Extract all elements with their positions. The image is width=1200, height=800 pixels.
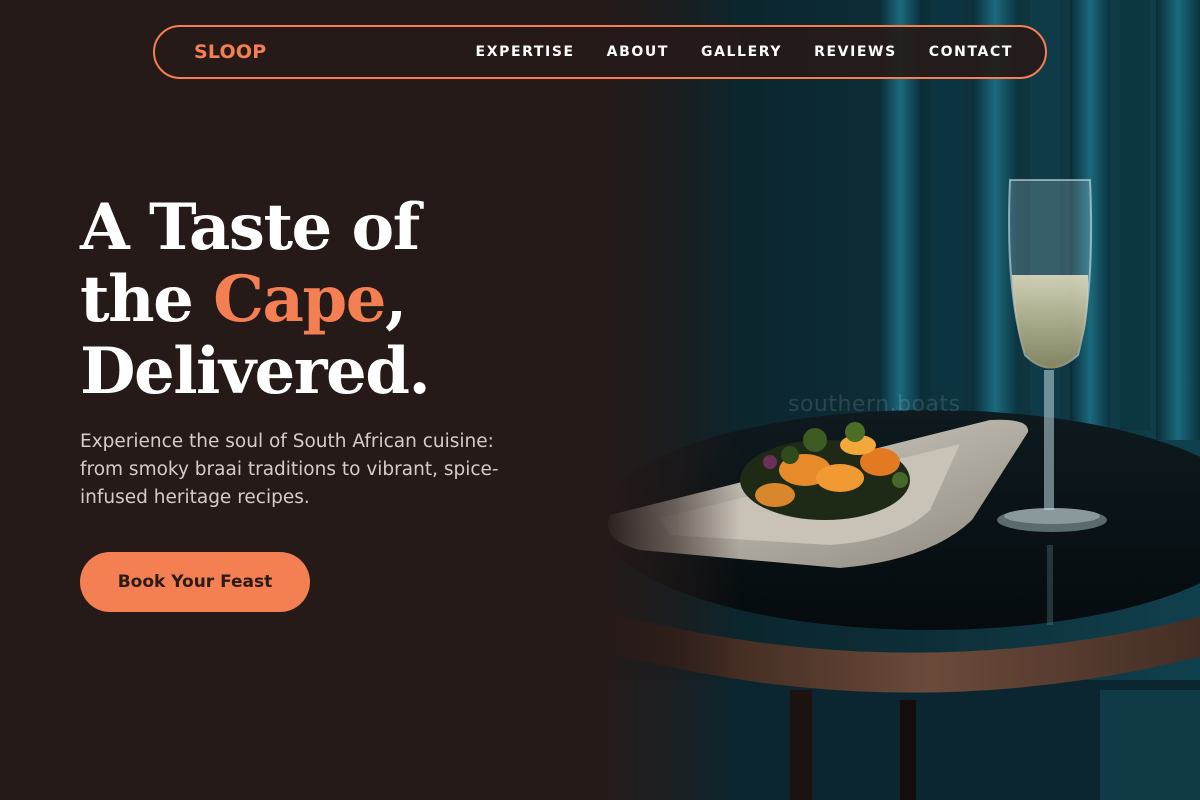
- image-fade-overlay: [600, 0, 740, 800]
- nav-link-expertise[interactable]: EXPERTISE: [476, 44, 575, 60]
- nav-link-gallery[interactable]: GALLERY: [701, 44, 782, 60]
- hero-subtitle: Experience the soul of South African cui…: [80, 431, 499, 508]
- brand-logo[interactable]: SLOOP: [194, 41, 266, 63]
- nav-link-contact[interactable]: CONTACT: [929, 44, 1013, 60]
- hero-title-line-2-post: ,: [384, 262, 407, 337]
- book-feast-button[interactable]: Book Your Feast: [80, 552, 310, 612]
- hero-title-accent: Cape: [213, 262, 386, 337]
- hero-title-line-2-pre: the: [80, 262, 214, 337]
- nav-link-reviews[interactable]: REVIEWS: [814, 44, 897, 60]
- hero-title: A Taste of the Cape, Delivered.: [80, 190, 431, 409]
- nav-links: EXPERTISE ABOUT GALLERY REVIEWS CONTACT: [444, 44, 1013, 60]
- hero-title-line-3: Delivered.: [80, 334, 431, 409]
- nav-link-about[interactable]: ABOUT: [607, 44, 669, 60]
- hero-image: southern.boats: [600, 0, 1200, 800]
- image-watermark: southern.boats: [788, 392, 961, 417]
- hero-title-line-1: A Taste of: [80, 190, 420, 265]
- top-navbar: SLOOP EXPERTISE ABOUT GALLERY REVIEWS CO…: [153, 25, 1047, 79]
